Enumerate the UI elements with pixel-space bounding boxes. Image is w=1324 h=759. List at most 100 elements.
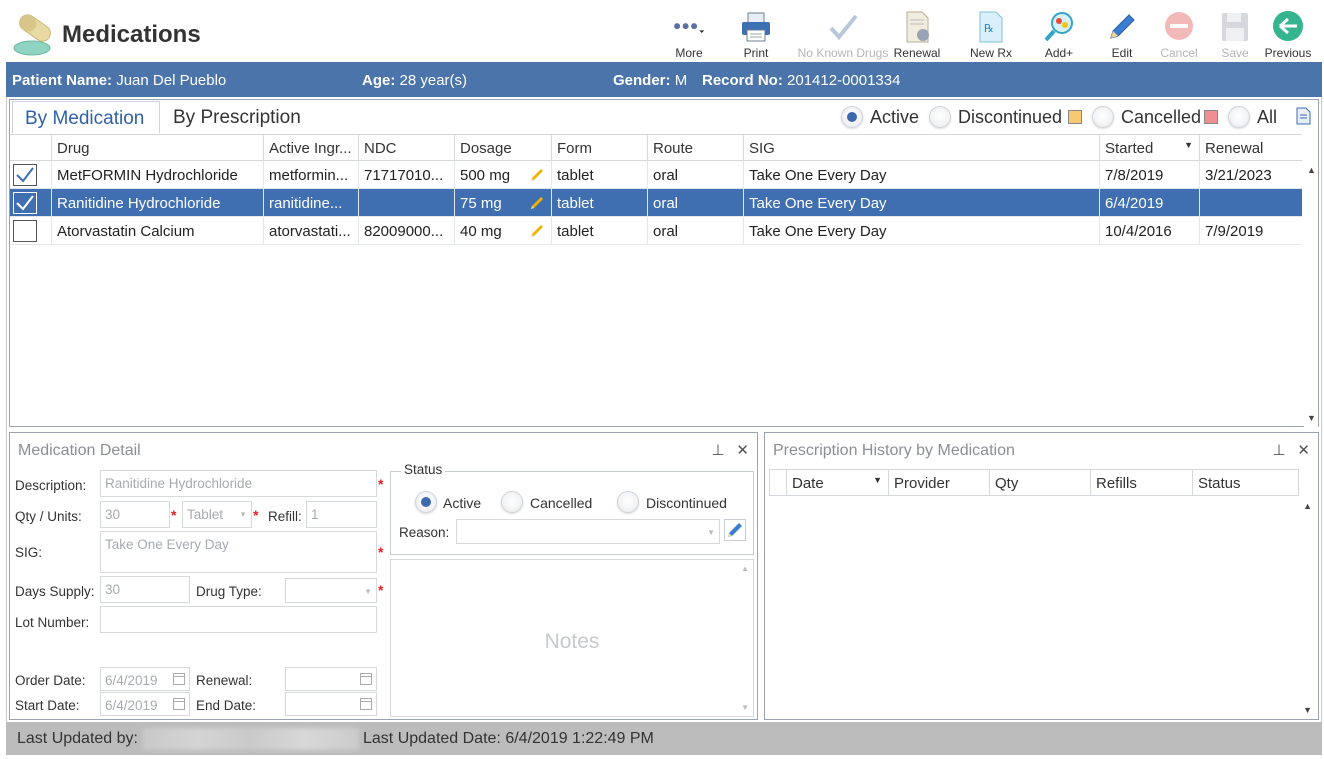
units-select[interactable]: Tablet ▼ bbox=[182, 501, 252, 528]
cell-check bbox=[10, 217, 51, 245]
tab-by-prescription[interactable]: By Prescription bbox=[161, 101, 313, 133]
pin-icon[interactable]: ⊥ bbox=[1272, 442, 1285, 459]
print-button[interactable]: Print bbox=[720, 6, 792, 62]
status-cancelled-label: Cancelled bbox=[530, 495, 593, 511]
edit-reason-button[interactable] bbox=[724, 519, 746, 541]
no-known-drugs-button[interactable]: No Known Drugs bbox=[793, 6, 893, 62]
pencil-icon bbox=[728, 523, 742, 537]
required-marker: * bbox=[378, 476, 384, 492]
cell-route: oral bbox=[647, 161, 743, 189]
scroll-up-icon[interactable]: ▲ bbox=[1303, 501, 1312, 511]
edit-dosage-icon[interactable] bbox=[529, 167, 545, 183]
redacted-user-name bbox=[143, 728, 359, 750]
export-icon[interactable] bbox=[1296, 107, 1312, 130]
edit-dosage-icon[interactable] bbox=[529, 223, 545, 239]
col-date[interactable]: Date ▼ bbox=[786, 470, 888, 495]
row-checkbox[interactable] bbox=[13, 192, 37, 214]
calendar-icon[interactable] bbox=[173, 673, 185, 685]
reason-select[interactable]: ▼ bbox=[456, 519, 720, 544]
col-status[interactable]: Status bbox=[1192, 470, 1298, 495]
filter-discontinued-radio[interactable] bbox=[929, 106, 951, 128]
table-scrollbar[interactable]: ▲ ▼ bbox=[1304, 161, 1318, 427]
filter-all-radio[interactable] bbox=[1228, 106, 1250, 128]
cell-ndc bbox=[358, 189, 454, 217]
scroll-down-icon[interactable]: ▼ bbox=[741, 703, 749, 712]
col-ndc[interactable]: NDC bbox=[358, 135, 454, 161]
status-active-radio[interactable] bbox=[415, 491, 437, 513]
status-cancelled-radio[interactable] bbox=[501, 491, 523, 513]
col-form[interactable]: Form bbox=[551, 135, 647, 161]
order-date-input[interactable]: 6/4/2019 bbox=[100, 667, 190, 691]
col-sig[interactable]: SIG bbox=[743, 135, 1099, 161]
col-renewal[interactable]: Renewal bbox=[1199, 135, 1302, 161]
status-group: Status Active Cancelled Discontinued Rea… bbox=[390, 462, 754, 555]
renewal-button[interactable]: Renewal bbox=[881, 6, 953, 62]
medication-detail-title: Medication Detail bbox=[18, 442, 141, 459]
col-qty[interactable]: Qty bbox=[989, 470, 1090, 495]
pane-controls: ⊥ ✕ bbox=[699, 441, 749, 459]
end-date-input[interactable] bbox=[285, 692, 377, 716]
required-marker: * bbox=[378, 544, 384, 560]
scroll-up-icon[interactable]: ▲ bbox=[1307, 165, 1316, 175]
calendar-icon[interactable] bbox=[360, 698, 372, 710]
previous-button[interactable]: Previous bbox=[1252, 6, 1324, 62]
patient-name: Patient Name: Juan Del Pueblo bbox=[12, 72, 227, 89]
lot-number-label: Lot Number: bbox=[15, 615, 90, 630]
prescription-history-panel: Prescription History by Medication ⊥ ✕ Da… bbox=[764, 432, 1319, 720]
new-rx-icon: ℞ bbox=[974, 10, 1008, 44]
scroll-down-icon[interactable]: ▼ bbox=[1303, 705, 1312, 715]
col-provider[interactable]: Provider bbox=[888, 470, 989, 495]
scroll-up-icon[interactable]: ▲ bbox=[741, 564, 749, 573]
calendar-icon[interactable] bbox=[360, 673, 372, 685]
tab-by-medication[interactable]: By Medication bbox=[12, 101, 160, 133]
filter-active-label: Active bbox=[870, 107, 920, 127]
pin-icon[interactable]: ⊥ bbox=[711, 442, 724, 459]
description-input[interactable]: Ranitidine Hydrochloride bbox=[100, 470, 377, 497]
table-row[interactable]: Atorvastatin Calcium atorvastati... 820090… bbox=[10, 217, 1302, 245]
lot-number-input[interactable] bbox=[100, 606, 377, 633]
cell-sig: Take One Every Day bbox=[743, 189, 1099, 217]
col-route[interactable]: Route bbox=[647, 135, 743, 161]
cell-form: tablet bbox=[551, 189, 647, 217]
col-drug[interactable]: Drug bbox=[51, 135, 263, 161]
col-dosage[interactable]: Dosage bbox=[454, 135, 551, 161]
renewal-icon bbox=[900, 10, 934, 44]
qty-units-label: Qty / Units: bbox=[15, 509, 82, 524]
calendar-icon[interactable] bbox=[173, 698, 185, 710]
chevron-down-icon: ▼ bbox=[364, 587, 372, 596]
col-active-ingredient[interactable]: Active Ingr... bbox=[263, 135, 358, 161]
new-rx-button[interactable]: ℞ New Rx bbox=[955, 6, 1027, 62]
start-date-input[interactable]: 6/4/2019 bbox=[100, 692, 190, 716]
row-checkbox[interactable] bbox=[13, 164, 37, 186]
cell-renewal: 3/21/2023 bbox=[1199, 161, 1302, 189]
qty-input[interactable]: 30 bbox=[100, 501, 170, 528]
drug-type-select[interactable]: ▼ bbox=[285, 578, 377, 603]
scroll-down-icon[interactable]: ▼ bbox=[1307, 413, 1316, 423]
add-search-icon bbox=[1042, 10, 1076, 44]
close-icon[interactable]: ✕ bbox=[1297, 442, 1310, 459]
renewal-date-input[interactable] bbox=[285, 667, 377, 691]
prescription-history-title: Prescription History by Medication bbox=[773, 442, 1015, 459]
days-supply-input[interactable]: 30 bbox=[100, 576, 190, 603]
sig-label: SIG: bbox=[15, 545, 43, 560]
status-legend: Status bbox=[401, 462, 446, 477]
row-checkbox[interactable] bbox=[13, 220, 37, 242]
sig-input[interactable]: Take One Every Day bbox=[100, 531, 377, 573]
description-label: Description: bbox=[15, 478, 87, 493]
col-refills[interactable]: Refills bbox=[1090, 470, 1192, 495]
cell-drug: MetFORMIN Hydrochloride bbox=[51, 161, 263, 189]
refill-input[interactable]: 1 bbox=[306, 501, 377, 528]
notes-textarea[interactable]: Notes ▲ ▼ bbox=[390, 559, 754, 717]
col-started[interactable]: Started ▼ bbox=[1099, 135, 1199, 161]
required-marker: * bbox=[253, 507, 259, 523]
table-row[interactable]: Ranitidine Hydrochloride ranitidine... 75 … bbox=[10, 189, 1302, 217]
table-row[interactable]: MetFORMIN Hydrochloride metformin... 71717… bbox=[10, 161, 1302, 189]
more-button[interactable]: More bbox=[653, 6, 725, 62]
close-icon[interactable]: ✕ bbox=[736, 442, 749, 459]
add-button[interactable]: Add+ bbox=[1023, 6, 1095, 62]
filter-cancelled-radio[interactable] bbox=[1092, 106, 1114, 128]
printer-icon bbox=[739, 10, 773, 44]
filter-active-radio[interactable] bbox=[841, 106, 863, 128]
status-discontinued-radio[interactable] bbox=[617, 491, 639, 513]
edit-dosage-icon[interactable] bbox=[529, 195, 545, 211]
